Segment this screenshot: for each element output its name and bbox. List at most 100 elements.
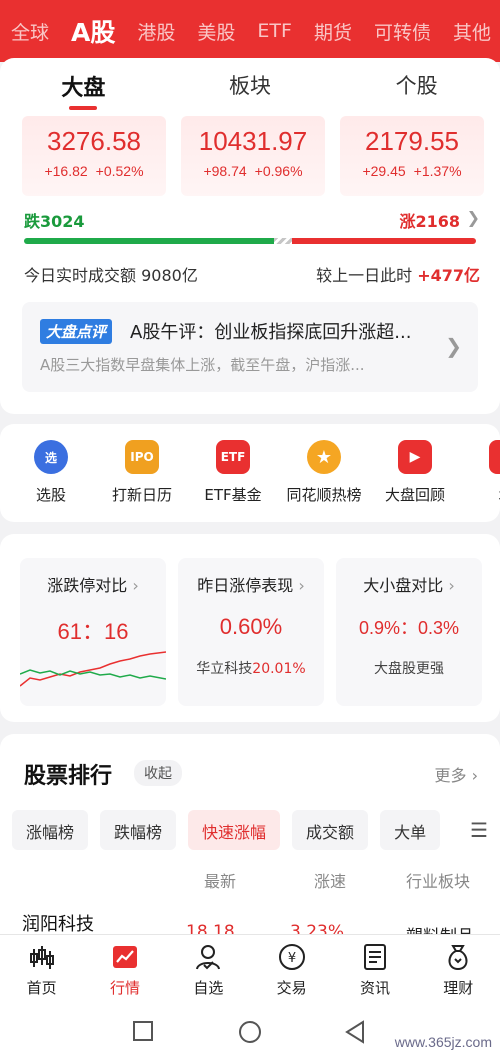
turnover-compare-value: +477亿 <box>417 266 480 285</box>
stock-sector: 塑料制品 <box>406 922 474 934</box>
limit-up-down-card[interactable]: 涨跌停对比 › 61：16 <box>20 558 166 706</box>
index-value: 3276.58 <box>47 126 141 156</box>
chip-fast-gainers[interactable]: 快速涨幅 <box>188 810 281 850</box>
nav-label: 行情 <box>109 979 140 997</box>
nav-label: 首页 <box>26 979 57 997</box>
system-navigation-bar <box>0 1002 500 1059</box>
shortcut-market-replay[interactable]: ▶ 大盘回顾 <box>365 440 465 505</box>
shortcut-label: 大盘回顾 <box>384 486 445 504</box>
shortcut-hot-list[interactable]: ★ 同花顺热榜 <box>274 440 374 505</box>
tab-individual-stocks[interactable]: 个股 <box>333 58 500 112</box>
tab-sectors-label: 板块 <box>229 74 271 98</box>
chevron-right-icon: ❯ <box>445 334 462 358</box>
ranking-title: 股票排行 <box>24 764 113 789</box>
cap-comparison-value: 0.9%：0.3% <box>358 618 460 638</box>
top-performer-return: 20.01% <box>252 661 306 677</box>
stats-card-row: 涨跌停对比 › 61：16 昨日涨停表现 › 0.60% 华立科技20.01% … <box>0 534 500 722</box>
nav-label: 理财 <box>443 979 474 997</box>
breadth-bar-rise <box>292 238 476 244</box>
index-change: +16.82 +0.52% <box>22 163 166 179</box>
chip-gainers[interactable]: 涨幅榜 <box>12 810 89 850</box>
market-comment-title: A股午评：创业板指探底回升涨超... <box>130 322 412 343</box>
limit-up-down-mini-chart <box>20 651 166 687</box>
shortcut-label: 选股 <box>35 486 66 504</box>
tab-us-stocks[interactable]: 美股 <box>186 18 246 45</box>
limit-up-down-ratio: 61：16 <box>57 619 129 644</box>
nav-label: 资讯 <box>359 979 390 997</box>
index-value: 2179.55 <box>365 126 459 156</box>
nav-market[interactable]: 行情 <box>83 935 166 1002</box>
select-stock-icon: 选 <box>34 440 68 474</box>
chevron-right-icon: ❯ <box>466 208 480 227</box>
index-change-points: +16.82 <box>44 163 88 179</box>
tab-etf[interactable]: ETF <box>246 20 303 42</box>
more-label: 更多 <box>434 766 467 785</box>
index-card-chinext[interactable]: 2179.55 +29.45 +1.37% <box>340 116 484 196</box>
tab-individual-stocks-label: 个股 <box>395 74 438 98</box>
shortcut-select-stock[interactable]: 选 选股 <box>1 440 101 505</box>
collapse-button[interactable]: 收起 <box>134 760 182 786</box>
cap-comparison-note: 大盘股更强 <box>374 661 444 677</box>
sub-tab-bar: 大盘 板块 个股 <box>0 58 500 112</box>
column-sector[interactable]: 行业板块 <box>406 868 470 892</box>
chip-large-orders[interactable]: 大单 <box>380 810 441 850</box>
ranking-filter-chips: 涨幅榜 跌幅榜 快速涨幅 成交额 大单 <box>12 810 482 850</box>
tab-sectors[interactable]: 板块 <box>167 58 334 112</box>
menu-icon[interactable]: ☰ <box>462 818 488 842</box>
shortcut-etf-fund[interactable]: ETF ETF基金 <box>183 440 283 505</box>
back-triangle-icon[interactable] <box>344 1020 366 1044</box>
market-comment-badge: 大盘点评 <box>40 319 113 344</box>
stock-name[interactable]: 润阳科技 <box>22 910 94 934</box>
shortcut-northbound[interactable]: 北 <box>456 440 500 505</box>
chevron-right-icon: › <box>132 576 139 595</box>
nav-wealth[interactable]: 理财 <box>417 935 500 1002</box>
index-change-pct: +1.37% <box>413 163 462 179</box>
breadth-row[interactable]: 跌3024 涨2168 ❯ <box>24 208 480 232</box>
index-change: +98.74 +0.96% <box>181 163 325 179</box>
chevron-right-icon: › <box>298 576 305 595</box>
top-performer-name: 华立科技 <box>196 661 253 677</box>
nav-watchlist[interactable]: 自选 <box>167 935 250 1002</box>
tab-a-shares[interactable]: A股 <box>60 13 126 49</box>
recent-apps-icon[interactable] <box>132 1020 154 1042</box>
market-replay-icon: ▶ <box>398 440 432 474</box>
index-card-shanghai[interactable]: 3276.58 +16.82 +0.52% <box>22 116 166 196</box>
shortcut-label: 北 <box>456 484 500 505</box>
column-latest[interactable]: 最新 <box>204 868 236 892</box>
stock-ranking-card: 股票排行 收起 更多 › 涨幅榜 跌幅榜 快速涨幅 成交额 大单 ☰ 最新 涨速… <box>0 734 500 934</box>
tab-convertible-bonds[interactable]: 可转债 <box>363 18 442 45</box>
northbound-icon <box>489 440 500 474</box>
breadth-bar-flat <box>274 238 292 244</box>
stock-speed: 3.23% <box>290 922 345 934</box>
index-change-pct: +0.96% <box>254 163 303 179</box>
nav-news[interactable]: 资讯 <box>333 935 416 1002</box>
turnover-amount: 9080亿 <box>141 266 198 285</box>
large-small-cap-card[interactable]: 大小盘对比 › 0.9%：0.3% 大盘股更强 <box>336 558 482 706</box>
shortcut-ipo-calendar[interactable]: IPO 打新日历 <box>92 440 192 505</box>
column-speed[interactable]: 涨速 <box>314 868 346 892</box>
tab-hk-stocks[interactable]: 港股 <box>126 18 186 45</box>
index-change-points: +98.74 <box>203 163 247 179</box>
nav-home[interactable]: 首页 <box>0 935 83 1002</box>
index-change: +29.45 +1.37% <box>340 163 484 179</box>
chip-losers[interactable]: 跌幅榜 <box>100 810 177 850</box>
tab-others[interactable]: 其他 <box>442 18 500 45</box>
turnover-row: 今日实时成交额 9080亿 较上一日此时 +477亿 <box>24 262 480 286</box>
chip-turnover[interactable]: 成交额 <box>292 810 369 850</box>
tab-global[interactable]: 全球 <box>0 18 60 45</box>
breadth-bar-fall <box>24 238 274 244</box>
nav-trade[interactable]: ¥ 交易 <box>250 935 333 1002</box>
nav-label: 自选 <box>193 979 224 997</box>
home-circle-icon[interactable] <box>238 1020 262 1044</box>
index-card-shenzhen[interactable]: 10431.97 +98.74 +0.96% <box>181 116 325 196</box>
turnover-compare-label: 较上一日此时 <box>316 266 413 285</box>
chevron-right-icon: › <box>471 766 478 785</box>
yesterday-limit-up-card[interactable]: 昨日涨停表现 › 0.60% 华立科技20.01% <box>178 558 324 706</box>
stat-title-text: 大小盘对比 <box>363 576 444 595</box>
tab-market-overview[interactable]: 大盘 <box>0 58 167 112</box>
market-comment-card[interactable]: 大盘点评 A股午评：创业板指探底回升涨超... A股三大指数早盘集体上涨，截至午… <box>22 302 478 392</box>
stat-title: 大小盘对比 › <box>336 572 482 596</box>
tab-futures[interactable]: 期货 <box>303 18 363 45</box>
more-link[interactable]: 更多 › <box>434 762 478 786</box>
market-comment-summary: A股三大指数早盘集体上涨，截至午盘，沪指涨... <box>40 356 365 374</box>
